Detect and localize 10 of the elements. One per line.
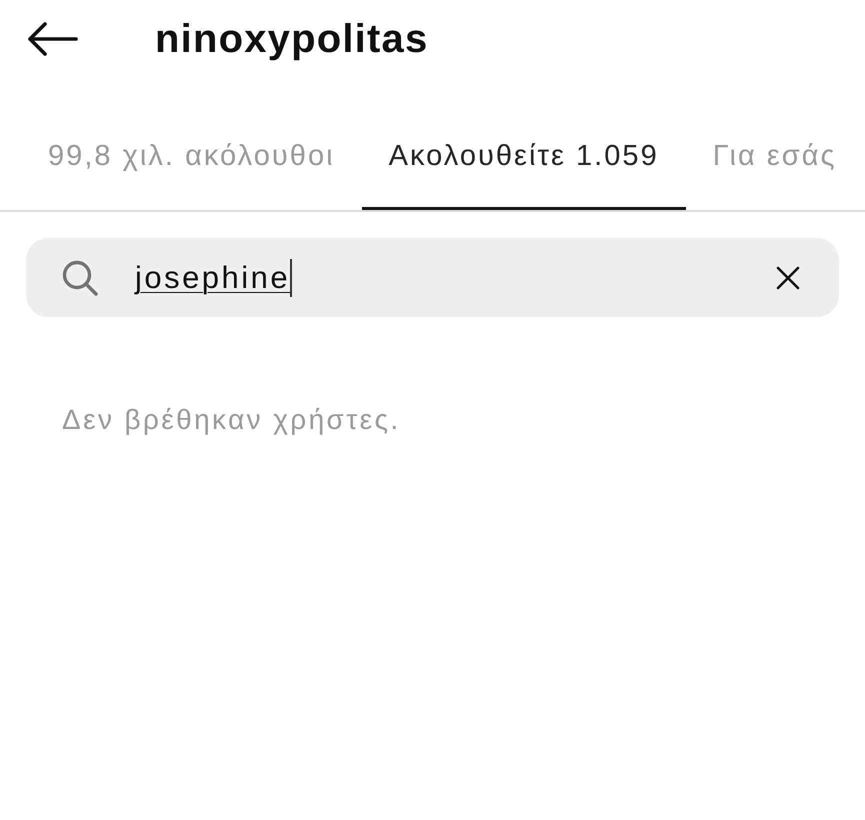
empty-results-message: Δεν βρέθηκαν χρήστες. xyxy=(62,404,401,435)
back-arrow-icon xyxy=(28,22,78,56)
close-icon xyxy=(776,266,800,290)
profile-username: ninoxypolitas xyxy=(155,19,428,59)
back-button[interactable] xyxy=(28,19,78,59)
search-query: josephine xyxy=(135,262,290,293)
text-cursor-icon xyxy=(290,258,292,296)
clear-button[interactable] xyxy=(775,264,801,290)
search-icon xyxy=(62,260,98,296)
search-field[interactable]: josephine xyxy=(26,238,839,317)
